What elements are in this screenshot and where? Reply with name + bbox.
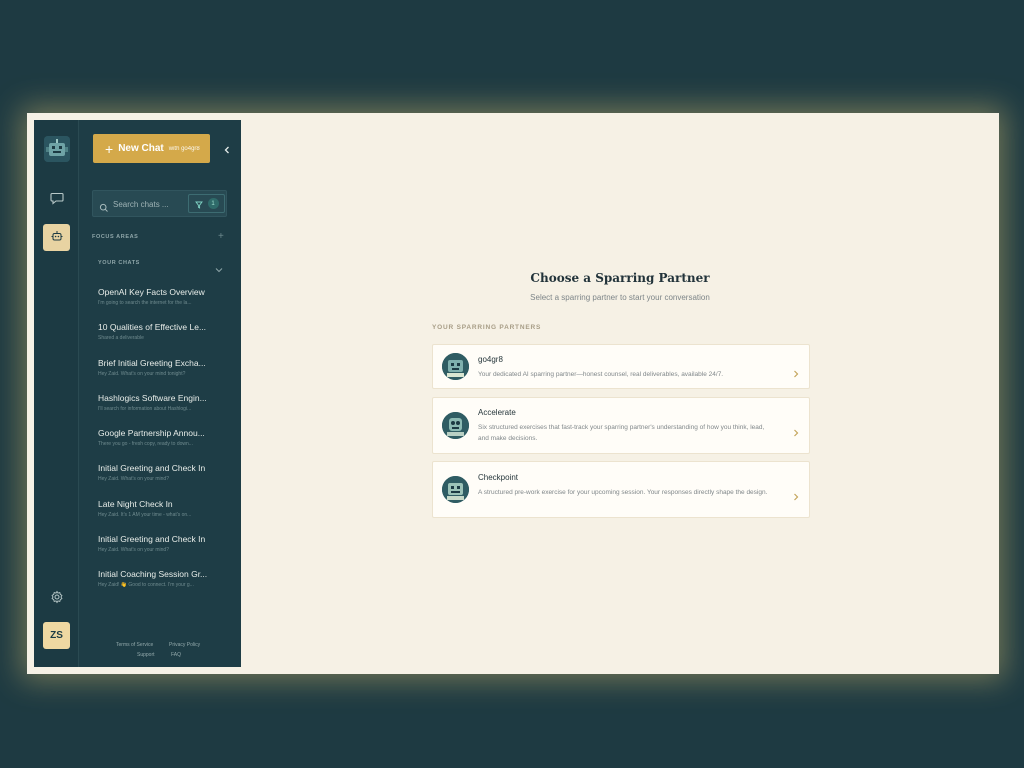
- chat-list: OpenAI Key Facts Overview I'm going to s…: [98, 287, 210, 605]
- chat-list-item[interactable]: Brief Initial Greeting Excha... Hey Zaid…: [98, 358, 210, 393]
- icon-rail: ZS: [34, 120, 79, 667]
- chat-title: Late Night Check In: [98, 498, 173, 509]
- new-chat-label: New Chat: [118, 143, 164, 154]
- terms-link[interactable]: Terms of Service: [116, 642, 153, 648]
- chevron-right-icon: [792, 422, 800, 441]
- chat-title: Google Partnership Annou...: [98, 428, 205, 439]
- main-content: Choose a Sparring Partner Select a sparr…: [241, 113, 999, 674]
- chat-list-item[interactable]: 10 Qualities of Effective Le... Shared a…: [98, 322, 210, 357]
- chat-title: Initial Coaching Session Gr...: [98, 569, 208, 580]
- privacy-link[interactable]: Privacy Policy: [169, 642, 200, 648]
- new-chat-button[interactable]: + New Chat with go4gr8: [93, 134, 210, 163]
- chat-list-item[interactable]: Hashlogics Software Engin... I'll search…: [98, 393, 210, 428]
- robot-logo-icon[interactable]: [44, 136, 70, 162]
- app-window: ZS + New Chat with go4gr8 Search chats .…: [27, 113, 999, 674]
- chat-list-item[interactable]: OpenAI Key Facts Overview I'm going to s…: [98, 287, 210, 322]
- add-focus-area-button[interactable]: +: [218, 231, 224, 242]
- partner-description: Six structured exercises that fast-track…: [478, 424, 765, 442]
- chat-nav-button[interactable]: [43, 186, 70, 213]
- search-input[interactable]: [113, 197, 183, 211]
- filter-icon: [194, 194, 203, 213]
- gear-icon: [50, 589, 64, 608]
- support-link[interactable]: Support: [137, 652, 155, 658]
- partner-name: Accelerate: [478, 408, 516, 417]
- partners-heading: YOUR SPARRING PARTNERS: [432, 324, 542, 331]
- chat-title: Initial Greeting and Check In: [98, 534, 206, 545]
- chat-preview: Hey Zaid. What's on your mind?: [98, 547, 169, 554]
- chat-preview: Shared a deliverable: [98, 335, 144, 342]
- partner-avatar: [442, 412, 469, 439]
- chat-sidebar: + New Chat with go4gr8 1: [79, 120, 241, 667]
- search-icon: [99, 198, 109, 217]
- your-chats-heading: YOUR CHATS: [98, 260, 140, 266]
- chat-list-item[interactable]: Late Night Check In Hey Zaid. It's 1 AM …: [98, 499, 210, 534]
- chat-preview: I'll search for information about Hashlo…: [98, 405, 192, 412]
- page-title: Choose a Sparring Partner: [530, 271, 710, 285]
- chevron-left-icon: [223, 139, 231, 158]
- new-chat-partner: with go4gr8: [168, 145, 200, 152]
- chat-list-item[interactable]: Initial Coaching Session Gr... Hey Zaid!…: [98, 569, 210, 604]
- page-subtitle: Select a sparring partner to start your …: [530, 293, 710, 302]
- robot-icon: [50, 228, 64, 247]
- partner-avatar: [442, 353, 469, 380]
- filter-count-badge: 1: [207, 198, 219, 209]
- search-box: 1: [92, 190, 227, 217]
- chat-preview: Hey Zaid! 👋 Good to connect. I'm your g.…: [98, 582, 194, 589]
- settings-button[interactable]: [43, 585, 70, 612]
- chat-title: Initial Greeting and Check In: [98, 463, 206, 474]
- partners-nav-button[interactable]: [43, 224, 70, 251]
- partner-card-checkpoint[interactable]: Checkpoint A structured pre-work exercis…: [432, 461, 810, 518]
- chevron-right-icon: [792, 363, 800, 382]
- chat-preview: Hey Zaid. What's on your mind tonight?: [98, 370, 186, 377]
- filter-button[interactable]: 1: [188, 194, 225, 213]
- chat-title: Brief Initial Greeting Excha...: [98, 357, 206, 368]
- partner-card-go4gr8[interactable]: go4gr8 Your dedicated AI sparring partne…: [432, 344, 810, 389]
- user-avatar[interactable]: ZS: [43, 622, 70, 649]
- chevron-right-icon: [792, 486, 800, 505]
- sidebar-footer: Terms of Service Privacy Policy Support …: [79, 642, 241, 662]
- chat-preview: There you go - fresh copy, ready to down…: [98, 441, 193, 448]
- partner-name: go4gr8: [478, 355, 503, 364]
- chat-list-item[interactable]: Google Partnership Annou... There you go…: [98, 428, 210, 463]
- chat-preview: I'm going to search the internet for the…: [98, 300, 192, 306]
- faq-link[interactable]: FAQ: [171, 652, 181, 658]
- plus-icon: +: [105, 140, 114, 157]
- partner-card-accelerate[interactable]: Accelerate Six structured exercises that…: [432, 397, 810, 454]
- chat-preview: Hey Zaid. It's 1 AM your time - what's o…: [98, 511, 192, 518]
- chat-title: OpenAI Key Facts Overview: [98, 287, 205, 297]
- partner-description: A structured pre-work exercise for your …: [478, 489, 768, 496]
- chat-title: Hashlogics Software Engin...: [98, 392, 207, 403]
- chevron-down-icon: [215, 259, 223, 278]
- chat-list-item[interactable]: Initial Greeting and Check In Hey Zaid. …: [98, 463, 210, 498]
- toggle-chats-button[interactable]: [215, 259, 223, 278]
- chat-preview: Hey Zaid. What's on your mind?: [98, 476, 169, 483]
- focus-areas-heading: FOCUS AREAS: [92, 234, 139, 240]
- chat-title: 10 Qualities of Effective Le...: [98, 322, 207, 333]
- chat-bubble-icon: [49, 190, 64, 209]
- chat-list-item[interactable]: Initial Greeting and Check In Hey Zaid. …: [98, 534, 210, 569]
- partner-name: Checkpoint: [478, 473, 519, 482]
- collapse-sidebar-button[interactable]: [220, 141, 234, 155]
- partner-description: Your dedicated AI sparring partner—hones…: [478, 371, 724, 378]
- partner-avatar: [442, 476, 469, 503]
